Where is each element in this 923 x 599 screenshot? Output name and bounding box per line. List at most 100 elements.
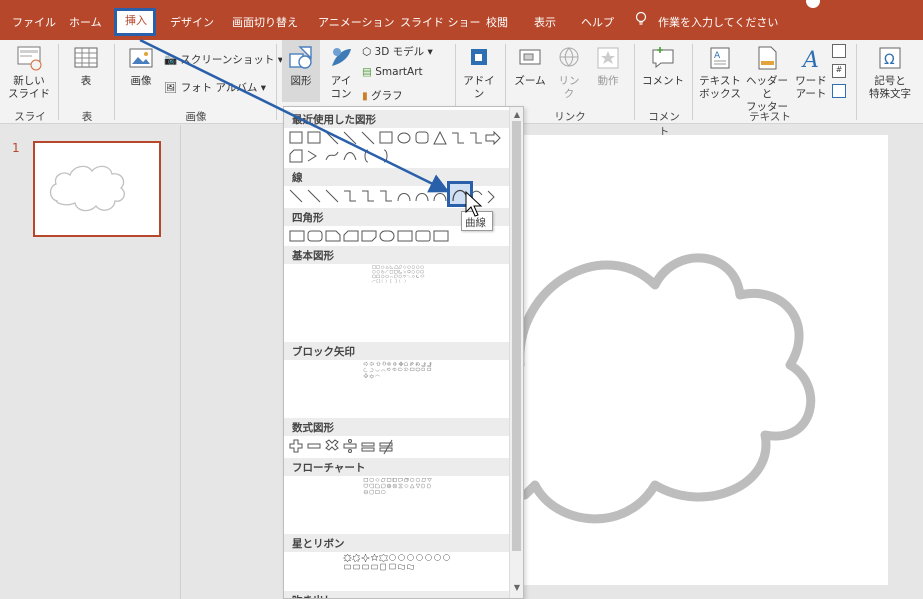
separator [114,44,115,120]
shapes-label: 図形 [290,75,312,87]
tab-review[interactable]: 校閲 [486,14,508,30]
images-button[interactable]: 画像 [122,44,160,88]
separator [58,44,59,120]
svg-text:A: A [801,48,819,72]
tab-home[interactable]: ホーム [69,14,102,30]
category-flowchart: フローチャート [284,458,510,476]
shapes-button[interactable]: 図形 [282,40,320,102]
smartart-icon: ▤ [362,66,372,78]
action-label: 動作 [597,75,619,87]
object-icon[interactable] [832,84,846,98]
table-button[interactable]: 表 [66,44,106,88]
slide-number-icon[interactable]: # [832,64,846,78]
tab-help[interactable]: ヘルプ [581,14,614,30]
category-basic-shapes: 基本図形 [284,246,510,264]
link-button[interactable]: リン ク [552,44,586,101]
date-time-icon[interactable] [832,44,846,58]
3d-model-button[interactable]: ⬡ 3D モデル ▾ [362,44,433,59]
category-stars-ribbons: 星とリボン [284,534,510,552]
photo-album-icon: 🖼 [164,82,178,94]
picture-icon [129,48,153,68]
category-block-arrows: ブロック矢印 [284,342,510,360]
zoom-button[interactable]: ズーム [510,44,550,88]
svg-text:Ω: Ω [884,52,895,68]
tab-view[interactable]: 表示 [534,14,556,30]
camera-icon: 📷 [164,54,178,66]
zoom-icon [519,49,541,65]
globe-link-icon [559,47,579,67]
symbols-button[interactable]: Ω 記号と 特殊文字 [862,44,918,101]
group-tables-label: 表 [81,111,93,123]
pane-divider[interactable] [180,125,181,599]
block-arrows-grid[interactable] [288,361,510,379]
tab-file[interactable]: ファイル [12,14,56,30]
scroll-down-arrow-icon[interactable]: ▼ [514,583,520,592]
icons-button[interactable]: アイ コン [324,44,358,101]
slide-thumbnail[interactable] [33,141,161,237]
tab-design[interactable]: デザイン [170,14,214,30]
addins-label: アドイ ン [463,75,495,100]
wordart-button[interactable]: A ワード アート [791,44,831,101]
3d-model-label: 3D モデル [374,46,425,58]
action-button[interactable]: 動作 [590,44,626,88]
recent-shapes-row-2[interactable] [288,147,510,165]
zoom-label: ズーム [514,75,546,87]
icons-icon [332,48,351,66]
table-label: 表 [80,75,92,87]
smartart-button[interactable]: ▤ SmartArt [362,66,423,78]
account-icon[interactable] [806,0,820,8]
svg-text:A: A [714,51,721,61]
omega-icon: Ω [879,47,901,69]
action-star-icon [597,47,619,69]
gallery-scrollbar[interactable]: ▲ ▼ [509,107,523,598]
group-images-label: 画像 [185,111,207,123]
separator [856,44,857,120]
basic-shapes-grid[interactable] [288,265,510,283]
flowchart-grid[interactable] [288,477,510,495]
separator [276,44,277,120]
tab-slideshow[interactable]: スライド ショー [400,14,481,30]
chart-icon: ▮ [362,90,368,102]
stars-ribbons-grid[interactable] [288,553,510,571]
thumbnail-cloud-shape [49,165,125,212]
icons-label: アイ コン [330,75,352,100]
category-lines: 線 [284,168,510,186]
shapes-icon [289,46,312,69]
chart-label: グラフ [371,90,403,102]
separator [692,44,693,120]
scrollbar-thumb[interactable] [512,121,521,551]
category-recent-shapes: 最近使用した図形 [284,110,510,128]
header-footer-icon [758,46,777,70]
scroll-up-arrow-icon[interactable]: ▲ [514,110,520,119]
addins-icon [471,49,487,65]
new-slide-icon [17,46,42,71]
group-links-label: リンク [554,111,586,123]
photo-album-label: フォト アルバム [180,82,258,94]
header-footer-button[interactable]: ヘッダーと フッター [745,44,789,114]
comment-button[interactable]: コメント [640,44,686,88]
textbox-button[interactable]: A テキスト ボックス [697,44,743,101]
slide-thumbnail-pane: 1 [0,125,180,599]
textbox-icon: A [710,47,730,69]
wordart-icon: A [801,48,819,72]
comment-icon [652,47,674,69]
new-slide-button[interactable]: 新しい スライド [6,44,52,101]
tell-me-box[interactable]: 作業を入力してください [658,14,778,30]
separator [634,44,635,120]
ribbon-tab-bar: ファイル ホーム 挿入 デザイン 画面切り替え アニメーション スライド ショー… [0,0,923,40]
addins-button[interactable]: アドイ ン [460,44,498,101]
images-label: 画像 [130,75,152,87]
chart-button[interactable]: ▮ グラフ [362,88,403,103]
screenshot-button[interactable]: 📷 スクリーンショット ▾ [164,52,283,67]
equation-shapes-row[interactable] [288,437,510,455]
recent-shapes-row-1[interactable] [288,129,510,147]
photo-album-button[interactable]: 🖼 フォト アルバム ▾ [164,80,266,95]
lightbulb-icon [634,11,648,30]
tab-animations[interactable]: アニメーション [318,14,395,30]
lines-row[interactable] [288,187,510,205]
tab-transitions[interactable]: 画面切り替え [232,14,298,30]
curve-icon [452,189,468,202]
curve-tooltip: 曲線 [461,211,493,231]
curve-shape-button[interactable] [447,181,473,207]
new-slide-label: 新しい スライド [8,75,50,100]
